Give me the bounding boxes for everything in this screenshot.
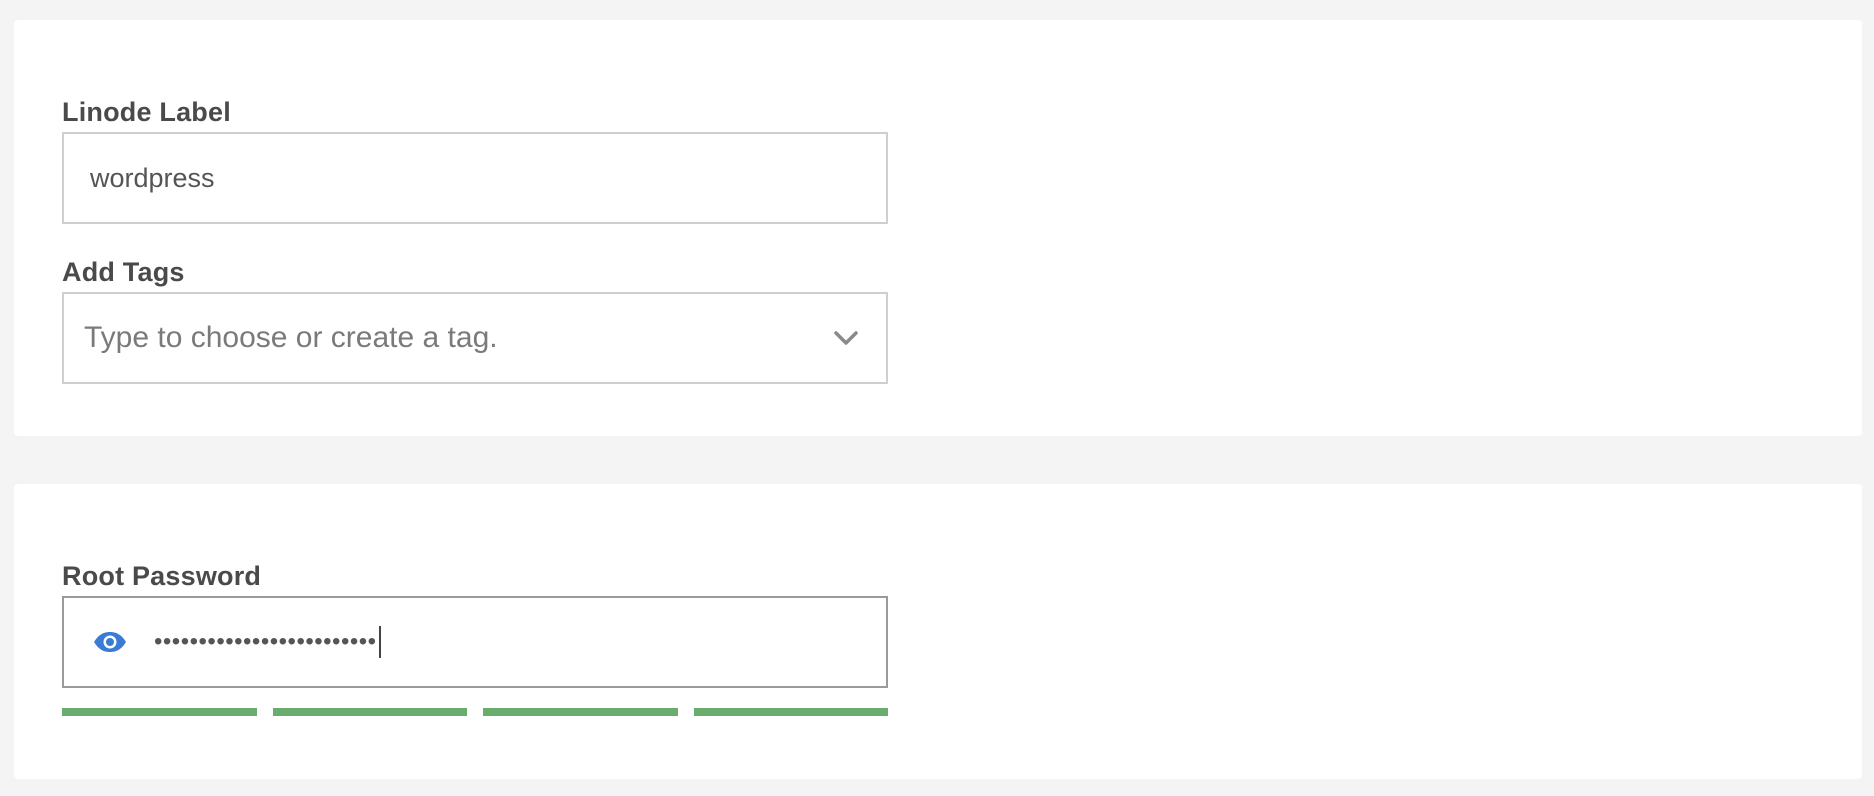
strength-segment-1	[62, 708, 257, 716]
linode-details-card: Linode Label wordpress Add Tags Type to …	[14, 20, 1862, 436]
root-password-input[interactable]: •••••••••••••••••••••••••	[62, 596, 888, 688]
text-cursor	[378, 626, 381, 658]
root-password-title: Root Password	[62, 561, 262, 591]
linode-label-title: Linode Label	[62, 97, 231, 127]
strength-segment-3	[483, 708, 678, 716]
password-dots: •••••••••••••••••••••••••	[154, 628, 377, 655]
root-password-card: Root Password •••••••••••••••••••••••••	[14, 484, 1862, 779]
password-masked-value: •••••••••••••••••••••••••	[154, 626, 381, 658]
chevron-down-icon[interactable]	[824, 316, 868, 360]
strength-segment-2	[272, 708, 467, 716]
add-tags-placeholder: Type to choose or create a tag.	[84, 321, 498, 354]
strength-segment-4	[693, 708, 888, 716]
linode-label-value: wordpress	[90, 162, 215, 193]
add-tags-title: Add Tags	[62, 257, 185, 287]
eye-icon[interactable]	[92, 624, 128, 660]
linode-label-input[interactable]: wordpress	[62, 132, 888, 224]
add-tags-select[interactable]: Type to choose or create a tag.	[62, 292, 888, 384]
password-strength-meter	[62, 708, 888, 716]
